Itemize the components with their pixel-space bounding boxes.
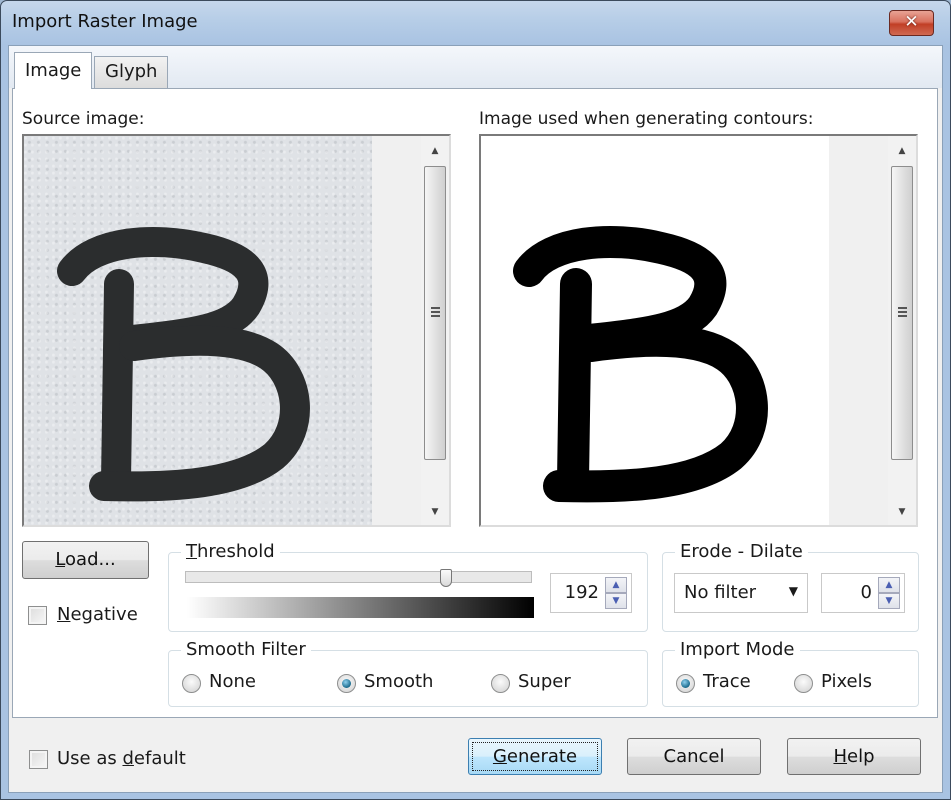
tab-glyph[interactable]: Glyph bbox=[94, 56, 169, 88]
threshold-title: Threshold bbox=[181, 541, 280, 562]
scroll-down-arrow-icon[interactable]: ▼ bbox=[421, 501, 449, 523]
radio-smooth-label[interactable]: Smooth bbox=[364, 671, 433, 692]
erode-dilate-group: Erode - Dilate No filter ▼ 0 ▲ ▼ bbox=[662, 541, 919, 632]
erode-dilate-spin-buttons: ▲ ▼ bbox=[878, 577, 900, 609]
scroll-up-arrow-icon[interactable]: ▲ bbox=[888, 140, 916, 162]
threshold-value[interactable]: 192 bbox=[565, 582, 599, 603]
output-image bbox=[481, 136, 829, 525]
radio-none[interactable] bbox=[182, 674, 201, 693]
import-raster-image-dialog: Import Raster Image ✕ Image Glyph Source… bbox=[0, 0, 951, 800]
radio-trace-label[interactable]: Trace bbox=[703, 671, 751, 692]
import-mode-title: Import Mode bbox=[675, 639, 800, 660]
help-button[interactable]: Help bbox=[787, 738, 921, 775]
source-image-label: Source image: bbox=[22, 109, 145, 129]
radio-none-label[interactable]: None bbox=[209, 671, 256, 692]
load-button[interactable]: Load... bbox=[22, 541, 149, 579]
scrollbar-thumb[interactable] bbox=[891, 166, 913, 460]
radio-trace[interactable] bbox=[676, 674, 695, 693]
grip-icon bbox=[898, 307, 907, 317]
grip-icon bbox=[431, 307, 440, 317]
threshold-spinbox[interactable]: 192 ▲ ▼ bbox=[550, 573, 632, 613]
tab-glyph-label: Glyph bbox=[105, 61, 158, 82]
radio-smooth[interactable] bbox=[337, 674, 356, 693]
spin-up-icon[interactable]: ▲ bbox=[605, 577, 627, 593]
source-image bbox=[24, 136, 372, 525]
cancel-button[interactable]: Cancel bbox=[627, 738, 761, 775]
radio-super[interactable] bbox=[491, 674, 510, 693]
use-as-default-label[interactable]: Use as default bbox=[57, 748, 186, 769]
thresholded-b-glyph bbox=[513, 225, 768, 503]
source-vertical-scrollbar[interactable]: ▲ ▼ bbox=[421, 136, 449, 525]
erode-dilate-title: Erode - Dilate bbox=[675, 541, 808, 562]
threshold-slider-thumb[interactable] bbox=[440, 569, 453, 587]
scroll-up-arrow-icon[interactable]: ▲ bbox=[421, 140, 449, 162]
radio-super-label[interactable]: Super bbox=[518, 671, 571, 692]
chevron-down-icon: ▼ bbox=[788, 584, 798, 598]
erode-dilate-spinbox[interactable]: 0 ▲ ▼ bbox=[821, 573, 905, 613]
threshold-spin-buttons: ▲ ▼ bbox=[605, 577, 627, 609]
radio-pixels-label[interactable]: Pixels bbox=[821, 671, 872, 692]
spin-down-icon[interactable]: ▼ bbox=[878, 593, 900, 609]
output-image-label: Image used when generating contours: bbox=[479, 109, 814, 129]
tab-strip: Image Glyph bbox=[9, 46, 942, 89]
source-image-view: ▲ ▼ bbox=[22, 134, 451, 527]
tab-image[interactable]: Image bbox=[14, 52, 93, 89]
radio-pixels[interactable] bbox=[794, 674, 813, 693]
negative-checkbox[interactable] bbox=[28, 606, 47, 625]
erode-dilate-filter-dropdown[interactable]: No filter ▼ bbox=[674, 573, 808, 613]
scroll-down-arrow-icon[interactable]: ▼ bbox=[888, 501, 916, 523]
image-tab-page: Source image: ▲ ▼ Image used when genera… bbox=[12, 88, 938, 718]
load-label-rest: oad... bbox=[65, 549, 116, 570]
smooth-filter-group: Smooth Filter None Smooth Super bbox=[168, 639, 648, 707]
erode-dilate-value[interactable]: 0 bbox=[861, 582, 872, 603]
use-as-default-checkbox[interactable] bbox=[29, 750, 48, 769]
threshold-slider-track[interactable] bbox=[185, 571, 532, 583]
dialog-client-area: Image Glyph Source image: ▲ ▼ Image used… bbox=[8, 45, 943, 793]
focus-rectangle bbox=[472, 742, 598, 771]
load-mnemonic: L bbox=[55, 549, 66, 570]
tab-image-label: Image bbox=[25, 60, 82, 81]
negative-label[interactable]: Negative bbox=[57, 604, 138, 625]
threshold-group: Threshold 192 ▲ ▼ bbox=[168, 541, 648, 632]
output-vertical-scrollbar[interactable]: ▲ ▼ bbox=[888, 136, 916, 525]
threshold-gradient-preview bbox=[187, 597, 534, 618]
filter-selected-value: No filter bbox=[684, 582, 757, 603]
title-bar[interactable]: Import Raster Image ✕ bbox=[1, 1, 950, 45]
generate-button[interactable]: Generate bbox=[468, 738, 602, 775]
spin-up-icon[interactable]: ▲ bbox=[878, 577, 900, 593]
smooth-filter-title: Smooth Filter bbox=[181, 639, 311, 660]
handwritten-b-glyph bbox=[57, 226, 310, 502]
output-image-view: ▲ ▼ bbox=[479, 134, 918, 527]
close-x-icon: ✕ bbox=[904, 12, 919, 32]
spin-down-icon[interactable]: ▼ bbox=[605, 593, 627, 609]
window-title: Import Raster Image bbox=[12, 11, 198, 32]
import-mode-group: Import Mode Trace Pixels bbox=[662, 639, 919, 707]
scrollbar-thumb[interactable] bbox=[424, 166, 446, 460]
close-button[interactable]: ✕ bbox=[889, 10, 934, 36]
